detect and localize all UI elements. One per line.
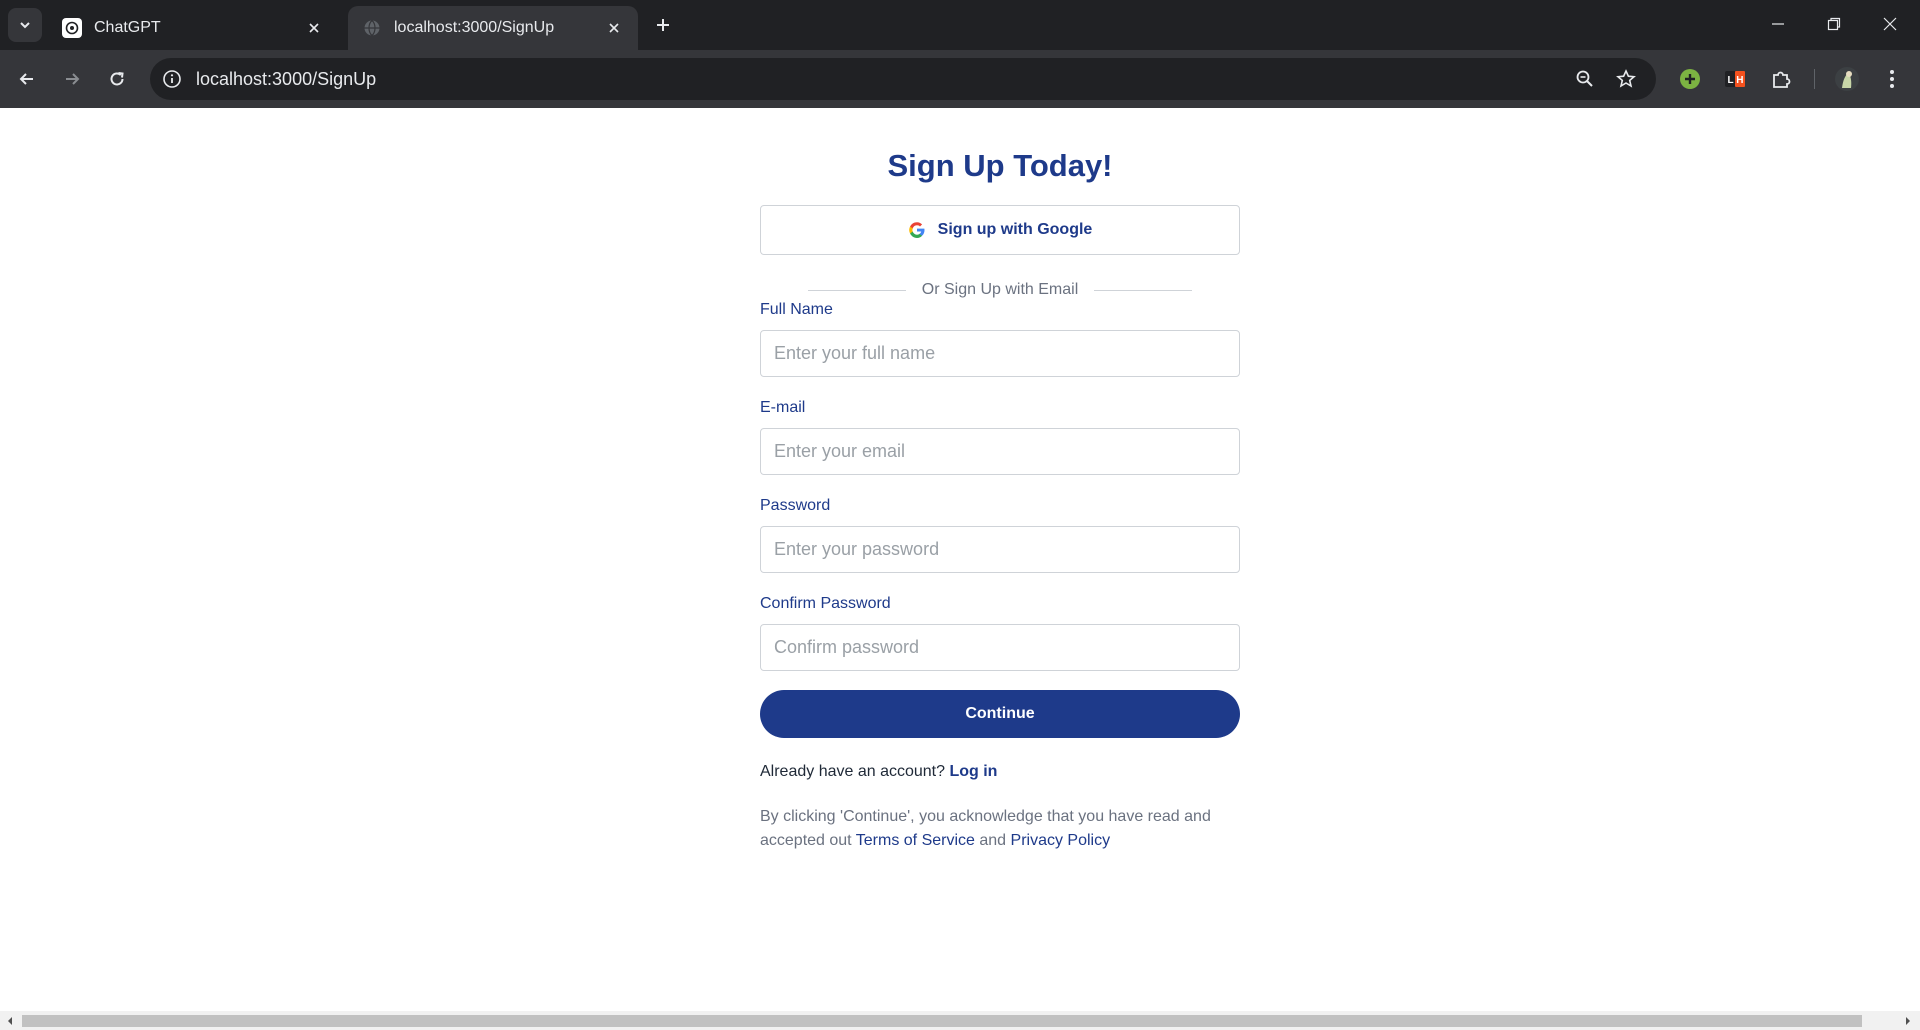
scrollbar-thumb[interactable] xyxy=(22,1015,1862,1027)
plus-icon xyxy=(657,19,669,31)
chatgpt-icon xyxy=(62,18,82,38)
confirm-password-label: Confirm Password xyxy=(760,595,891,612)
divider-text: Or Sign Up with Email xyxy=(921,281,1079,298)
google-signup-label: Sign up with Google xyxy=(937,221,1093,238)
minimize-icon xyxy=(1772,23,1784,25)
horizontal-scrollbar[interactable] xyxy=(0,1011,1920,1030)
scroll-left-icon[interactable] xyxy=(4,1015,16,1027)
legal-and-text: and xyxy=(979,832,1007,849)
page-viewport: Sign Up Today! Sign up with Google Or Si… xyxy=(0,108,1920,1011)
tab-strip: ChatGPT localhost:3000/SignUp xyxy=(0,0,1920,50)
full-name-input[interactable] xyxy=(760,330,1240,377)
restore-button[interactable] xyxy=(1806,0,1862,48)
full-name-label: Full Name xyxy=(760,301,833,318)
password-label: Password xyxy=(760,497,831,514)
more-menu-icon[interactable] xyxy=(1875,62,1909,96)
tab-title: localhost:3000/SignUp xyxy=(394,19,555,36)
puzzle-extensions-icon[interactable] xyxy=(1764,62,1798,96)
privacy-link[interactable]: Privacy Policy xyxy=(1011,832,1111,849)
svg-text:L: L xyxy=(1728,75,1734,86)
arrow-right-icon xyxy=(66,73,80,85)
login-link[interactable]: Log in xyxy=(949,763,997,780)
tab-search-button[interactable] xyxy=(8,8,42,42)
tab-signup[interactable]: localhost:3000/SignUp xyxy=(348,6,638,50)
email-input[interactable] xyxy=(760,428,1240,475)
zoom-icon[interactable] xyxy=(1568,62,1602,96)
new-tab-button[interactable] xyxy=(648,10,678,40)
arrow-left-icon xyxy=(19,73,33,85)
url-text: localhost:3000/SignUp xyxy=(196,68,377,89)
profile-avatar-icon[interactable] xyxy=(1830,62,1864,96)
forward-button[interactable] xyxy=(55,62,89,96)
close-tab-icon[interactable] xyxy=(302,16,326,40)
extension-add-icon[interactable] xyxy=(1673,62,1707,96)
browser-toolbar: localhost:3000/SignUp LH xyxy=(0,50,1920,108)
close-icon xyxy=(1883,17,1897,31)
terms-link[interactable]: Terms of Service xyxy=(856,832,975,849)
page-title: Sign Up Today! xyxy=(887,148,1113,183)
email-label: E-mail xyxy=(760,399,806,416)
tab-chatgpt[interactable]: ChatGPT xyxy=(48,6,338,50)
reload-button[interactable] xyxy=(100,62,134,96)
password-input[interactable] xyxy=(760,526,1240,573)
email-divider: Or Sign Up with Email xyxy=(808,278,1192,302)
login-prompt: Already have an account? Log in xyxy=(760,763,997,781)
confirm-password-input[interactable] xyxy=(760,624,1240,671)
lighthouse-extension-icon[interactable]: LH xyxy=(1718,62,1752,96)
site-info-icon[interactable] xyxy=(154,61,190,97)
minimize-button[interactable] xyxy=(1750,0,1806,48)
back-button[interactable] xyxy=(10,62,44,96)
globe-icon xyxy=(362,18,382,38)
close-tab-icon[interactable] xyxy=(602,16,626,40)
bookmark-star-icon[interactable] xyxy=(1609,62,1643,96)
tab-title: ChatGPT xyxy=(94,19,161,36)
svg-text:H: H xyxy=(1736,75,1743,86)
google-icon xyxy=(908,221,926,239)
legal-notice: By clicking 'Continue', you acknowledge … xyxy=(760,805,1240,853)
address-bar[interactable]: localhost:3000/SignUp xyxy=(150,58,1656,100)
toolbar-separator xyxy=(1814,69,1815,89)
chevron-down-icon xyxy=(20,22,30,29)
login-prompt-text: Already have an account? xyxy=(760,763,946,780)
restore-icon xyxy=(1827,17,1841,31)
close-window-button[interactable] xyxy=(1862,0,1918,48)
continue-button[interactable]: Continue xyxy=(760,690,1240,738)
google-signup-button[interactable]: Sign up with Google xyxy=(760,205,1240,255)
divider-line xyxy=(808,289,906,291)
reload-icon xyxy=(110,72,124,86)
divider-line xyxy=(1094,289,1192,291)
scroll-right-icon[interactable] xyxy=(1902,1015,1914,1027)
